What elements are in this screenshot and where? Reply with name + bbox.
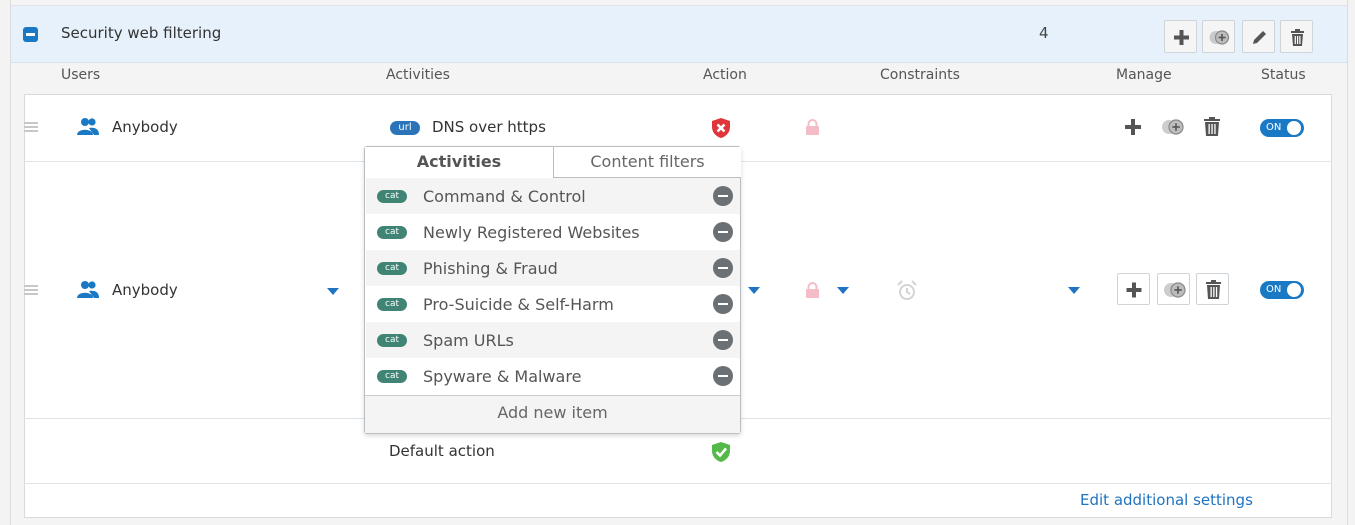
constraints-dropdown-caret-icon[interactable] bbox=[1068, 287, 1080, 294]
list-item: cat Newly Registered Websites bbox=[366, 214, 740, 250]
list-item: cat Spyware & Malware bbox=[366, 358, 740, 394]
action-dropdown-caret-icon[interactable] bbox=[748, 287, 760, 294]
column-action: Action bbox=[703, 67, 747, 83]
list-item: cat Spam URLs bbox=[366, 322, 740, 358]
category-badge: cat bbox=[377, 369, 407, 383]
column-status: Status bbox=[1261, 67, 1306, 83]
pencil-icon bbox=[1253, 31, 1266, 44]
clone-rule-button[interactable] bbox=[1157, 273, 1190, 305]
clone-icon bbox=[1164, 282, 1186, 298]
delete-rule-button[interactable] bbox=[1196, 273, 1229, 305]
trash-icon[interactable] bbox=[1202, 116, 1222, 138]
trash-icon bbox=[1206, 280, 1221, 299]
add-rule-plus-icon[interactable] bbox=[1123, 117, 1143, 137]
tab-content-filters[interactable]: Content filters bbox=[553, 147, 741, 178]
category-badge: cat bbox=[377, 297, 407, 311]
remove-icon[interactable] bbox=[713, 258, 733, 278]
activities-popup: Activities Content filters cat Command &… bbox=[364, 146, 741, 434]
tab-activities[interactable]: Activities bbox=[365, 147, 553, 178]
list-item: cat Command & Control bbox=[366, 178, 740, 214]
rule-2-users: Anybody bbox=[76, 280, 178, 300]
category-badge: cat bbox=[377, 333, 407, 347]
item-label: Newly Registered Websites bbox=[423, 222, 640, 242]
rule-2-status-toggle[interactable]: ON bbox=[1260, 281, 1304, 299]
rule-1-users: Anybody bbox=[76, 117, 178, 137]
users-icon bbox=[77, 118, 99, 135]
clone-icon[interactable] bbox=[1159, 117, 1187, 137]
column-users: Users bbox=[61, 67, 101, 83]
user-label: Anybody bbox=[112, 118, 178, 136]
remove-icon[interactable] bbox=[713, 222, 733, 242]
row-divider bbox=[24, 483, 1332, 484]
delete-rule-button[interactable] bbox=[1280, 20, 1313, 53]
group-header: Security web filtering 4 bbox=[11, 6, 1347, 63]
item-label: Pro-Suicide & Self-Harm bbox=[423, 294, 614, 314]
remove-icon[interactable] bbox=[713, 186, 733, 206]
user-label: Anybody bbox=[112, 281, 178, 299]
lock-icon[interactable] bbox=[805, 282, 820, 299]
drag-handle-icon[interactable] bbox=[24, 285, 38, 295]
collapse-icon[interactable] bbox=[23, 27, 38, 42]
remove-icon[interactable] bbox=[713, 330, 733, 350]
add-rule-button[interactable] bbox=[1117, 273, 1150, 305]
plus-icon bbox=[1174, 30, 1189, 45]
edit-additional-settings-link[interactable]: Edit additional settings bbox=[1080, 491, 1253, 509]
item-label: Phishing & Fraud bbox=[423, 258, 558, 278]
column-manage: Manage bbox=[1116, 67, 1172, 83]
item-label: Spyware & Malware bbox=[423, 366, 582, 386]
column-activities: Activities bbox=[386, 67, 450, 83]
trash-icon bbox=[1291, 29, 1304, 46]
remove-icon[interactable] bbox=[713, 366, 733, 386]
edit-rule-button[interactable] bbox=[1242, 20, 1275, 53]
rule-1-status-toggle[interactable]: ON bbox=[1260, 119, 1304, 137]
url-badge: url bbox=[390, 121, 420, 135]
category-badge: cat bbox=[377, 261, 407, 275]
default-action-label: Default action bbox=[389, 442, 495, 460]
block-shield-icon[interactable] bbox=[711, 117, 731, 139]
item-label: Command & Control bbox=[423, 186, 586, 206]
add-rule-button[interactable] bbox=[1164, 20, 1197, 53]
clone-icon bbox=[1209, 30, 1230, 45]
lock-icon[interactable] bbox=[805, 119, 820, 136]
plus-icon bbox=[1126, 282, 1142, 298]
users-icon bbox=[77, 281, 99, 298]
category-badge: cat bbox=[377, 225, 407, 239]
lock-dropdown-caret-icon[interactable] bbox=[837, 287, 849, 294]
remove-icon[interactable] bbox=[713, 294, 733, 314]
alarm-clock-icon[interactable] bbox=[896, 280, 918, 301]
column-constraints: Constraints bbox=[880, 67, 960, 83]
item-label: Spam URLs bbox=[423, 330, 514, 350]
group-title: Security web filtering bbox=[61, 24, 222, 42]
allow-shield-icon[interactable] bbox=[711, 441, 731, 463]
clone-rule-button[interactable] bbox=[1202, 20, 1235, 53]
activity-label: DNS over https bbox=[432, 118, 546, 136]
drag-handle-icon[interactable] bbox=[24, 122, 38, 132]
list-item: cat Pro-Suicide & Self-Harm bbox=[366, 286, 740, 322]
list-item: cat Phishing & Fraud bbox=[366, 250, 740, 286]
category-badge: cat bbox=[377, 189, 407, 203]
group-rule-count: 4 bbox=[1039, 24, 1049, 42]
add-new-item-button[interactable]: Add new item bbox=[365, 395, 740, 433]
users-dropdown-caret-icon[interactable] bbox=[327, 288, 339, 295]
